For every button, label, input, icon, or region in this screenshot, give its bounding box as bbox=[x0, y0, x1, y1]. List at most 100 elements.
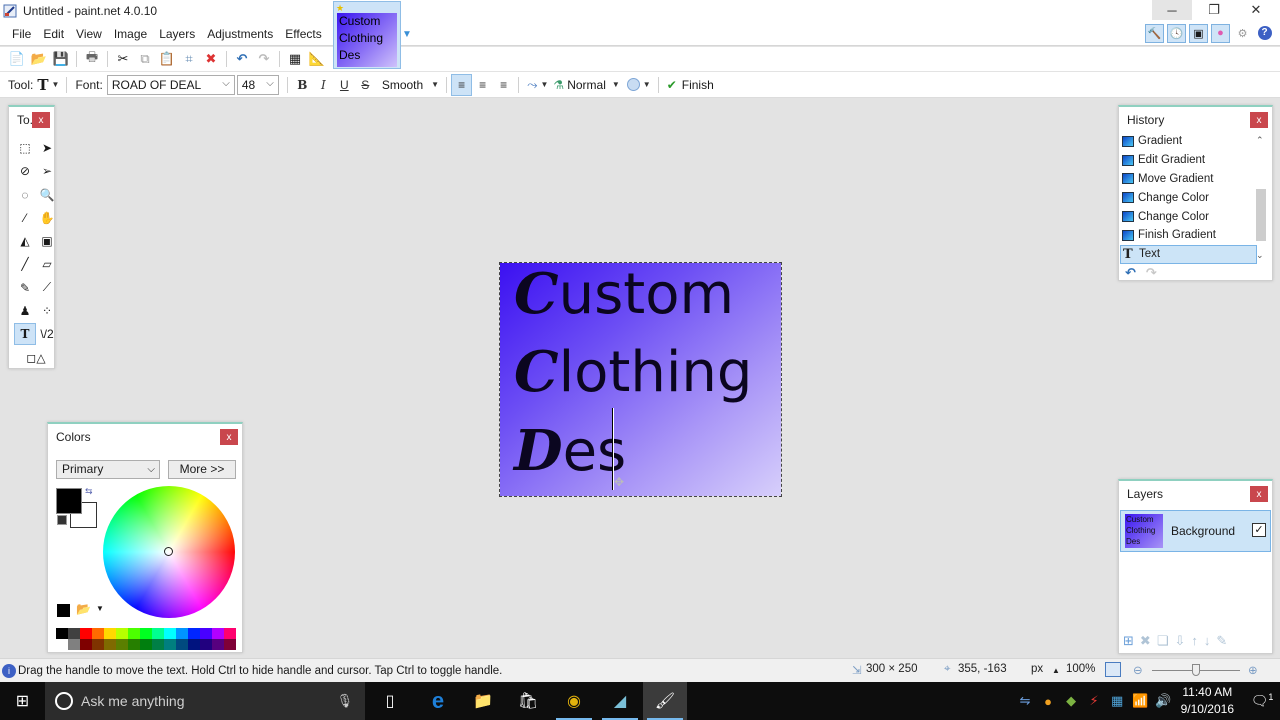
tools-panel-close-button[interactable]: x bbox=[32, 112, 50, 128]
clone-stamp-tool[interactable]: ♟ bbox=[14, 300, 36, 322]
duplicate-layer-icon[interactable]: ❏ bbox=[1157, 633, 1169, 649]
tools-toggle-button[interactable]: 🔨 bbox=[1145, 23, 1164, 43]
palette-swatch[interactable] bbox=[128, 639, 140, 650]
bold-button[interactable]: B bbox=[292, 74, 313, 96]
action-center-button[interactable]: 🗨1 bbox=[1244, 692, 1280, 710]
history-item[interactable]: Finish Gradient bbox=[1120, 226, 1257, 245]
history-undo-icon[interactable]: ↶ bbox=[1125, 265, 1136, 281]
history-item[interactable]: Move Gradient bbox=[1120, 170, 1257, 189]
palette-swatch[interactable] bbox=[200, 628, 212, 639]
move-selected-pixels-tool[interactable]: ➤ bbox=[36, 137, 58, 159]
move-layer-up-icon[interactable]: ↑ bbox=[1191, 633, 1198, 649]
tray-bluestacks-icon[interactable]: ◆ bbox=[1060, 693, 1083, 709]
palette-swatch[interactable] bbox=[176, 639, 188, 650]
magic-wand-tool[interactable]: ⁄ bbox=[14, 207, 36, 229]
menu-edit[interactable]: Edit bbox=[37, 22, 70, 46]
close-button[interactable]: ✕ bbox=[1236, 0, 1276, 20]
palette-swatch[interactable] bbox=[68, 628, 80, 639]
color-mode-select[interactable]: Primary ⌵ bbox=[56, 460, 160, 479]
image-canvas[interactable]: Custom Clothing Des ✥ bbox=[499, 262, 782, 497]
pencil-tool[interactable]: ✎ bbox=[14, 277, 36, 299]
palette-swatch[interactable] bbox=[68, 639, 80, 650]
text-tool[interactable]: T bbox=[14, 323, 36, 346]
undo-button[interactable]: ↶ bbox=[231, 48, 253, 70]
palette-swatch[interactable] bbox=[116, 628, 128, 639]
palette-swatch[interactable] bbox=[200, 639, 212, 650]
crop-button[interactable]: ⌗ bbox=[178, 48, 200, 70]
zoom-slider[interactable] bbox=[1152, 664, 1240, 676]
rulers-toggle-button[interactable]: 📐 bbox=[306, 48, 328, 70]
paste-button[interactable]: 📋 bbox=[156, 48, 178, 70]
deselect-button[interactable]: ✖ bbox=[200, 48, 222, 70]
text-tool-icon[interactable]: T bbox=[37, 76, 48, 94]
blend-mode-dropdown-icon[interactable]: ▼ bbox=[612, 80, 620, 89]
palette-swatch[interactable] bbox=[224, 628, 236, 639]
start-button[interactable]: ⊞ bbox=[0, 682, 45, 720]
palette-swatch[interactable] bbox=[92, 639, 104, 650]
eraser-tool[interactable]: ▱ bbox=[36, 253, 58, 275]
selection-mode-dropdown-icon[interactable]: ▼ bbox=[643, 80, 651, 89]
fill-mode-dropdown-icon[interactable]: ▼ bbox=[541, 80, 549, 89]
save-button[interactable]: 💾 bbox=[50, 48, 72, 70]
palette-swatch[interactable] bbox=[80, 628, 92, 639]
more-colors-button[interactable]: More >> bbox=[168, 460, 236, 479]
menu-adjustments[interactable]: Adjustments bbox=[201, 22, 279, 46]
palette-swatch[interactable] bbox=[188, 639, 200, 650]
history-item[interactable]: Edit Gradient bbox=[1120, 151, 1257, 170]
add-to-palette-icon[interactable] bbox=[57, 604, 70, 617]
units-dropdown-icon[interactable]: ▲ bbox=[1052, 666, 1060, 675]
color-wheel-selector[interactable] bbox=[164, 547, 173, 556]
explorer-taskbar-button[interactable]: 📁 bbox=[461, 682, 505, 720]
palette-swatch[interactable] bbox=[176, 628, 188, 639]
store-taskbar-button[interactable]: 🛍 bbox=[506, 682, 550, 720]
color-picker-tool[interactable]: ⟋ bbox=[36, 277, 58, 299]
delete-layer-icon[interactable]: ✖ bbox=[1140, 633, 1151, 649]
redo-button[interactable]: ↷ bbox=[253, 48, 275, 70]
ellipse-select-tool[interactable]: ◌ bbox=[14, 184, 36, 206]
layers-toggle-button[interactable]: ▣ bbox=[1189, 23, 1208, 43]
scrollbar-thumb[interactable] bbox=[1256, 189, 1266, 241]
lasso-select-tool[interactable]: ⊘ bbox=[14, 160, 36, 182]
move-selection-tool[interactable]: ➢ bbox=[36, 160, 58, 182]
underline-button[interactable]: U bbox=[334, 74, 355, 96]
merge-layer-down-icon[interactable]: ⇩ bbox=[1174, 633, 1185, 649]
palette-swatch[interactable] bbox=[140, 639, 152, 650]
tray-orange-icon[interactable]: ● bbox=[1037, 694, 1060, 709]
cortana-search-box[interactable]: Ask me anything 🎙 bbox=[45, 682, 365, 720]
history-item[interactable]: Change Color bbox=[1120, 207, 1257, 226]
history-item[interactable]: T Text bbox=[1120, 244, 1257, 264]
palette-swatch[interactable] bbox=[152, 628, 164, 639]
move-layer-down-icon[interactable]: ↓ bbox=[1204, 633, 1211, 649]
shapes-tool[interactable]: ◻△ bbox=[14, 347, 58, 369]
zoom-slider-knob[interactable] bbox=[1192, 664, 1200, 676]
palette-swatch[interactable] bbox=[212, 639, 224, 650]
menu-layers[interactable]: Layers bbox=[153, 22, 201, 46]
colors-toggle-button[interactable]: ● bbox=[1211, 23, 1230, 43]
settings-button[interactable]: ⚙ bbox=[1233, 24, 1252, 43]
chrome-taskbar-button[interactable]: ◉ bbox=[552, 682, 596, 720]
strikethrough-button[interactable]: S bbox=[355, 74, 376, 96]
app-taskbar-button[interactable]: ◢ bbox=[598, 682, 642, 720]
palette-swatch[interactable] bbox=[224, 639, 236, 650]
zoom-value[interactable]: 100% bbox=[1066, 663, 1095, 675]
italic-button[interactable]: I bbox=[313, 74, 334, 96]
add-layer-icon[interactable]: ⊞ bbox=[1123, 633, 1134, 649]
palette-dropdown-icon[interactable]: ▼ bbox=[96, 604, 104, 613]
open-button[interactable]: 📂 bbox=[28, 48, 50, 70]
scroll-down-icon[interactable]: ⌄ bbox=[1256, 250, 1264, 261]
tray-antivirus-icon[interactable]: ⚡ bbox=[1083, 693, 1106, 709]
primary-color-swatch[interactable] bbox=[56, 488, 82, 514]
palette-swatch[interactable] bbox=[104, 639, 116, 650]
gradient-tool[interactable]: ▣ bbox=[36, 230, 58, 252]
new-button[interactable]: 📄 bbox=[6, 48, 28, 70]
history-toggle-button[interactable]: 🕓 bbox=[1167, 23, 1186, 43]
menu-effects[interactable]: Effects bbox=[279, 22, 327, 46]
text-move-handle[interactable]: ✥ bbox=[614, 475, 628, 489]
menu-file[interactable]: File bbox=[6, 22, 37, 46]
palette-swatch[interactable] bbox=[140, 628, 152, 639]
layer-row[interactable]: Custom Clothing Des Background ✓ bbox=[1120, 510, 1271, 552]
layers-panel-close-button[interactable]: x bbox=[1250, 486, 1268, 502]
volume-icon[interactable]: 🔊 bbox=[1152, 693, 1175, 709]
selection-mode-icon[interactable] bbox=[626, 78, 640, 91]
align-center-button[interactable]: ≡ bbox=[472, 74, 493, 96]
